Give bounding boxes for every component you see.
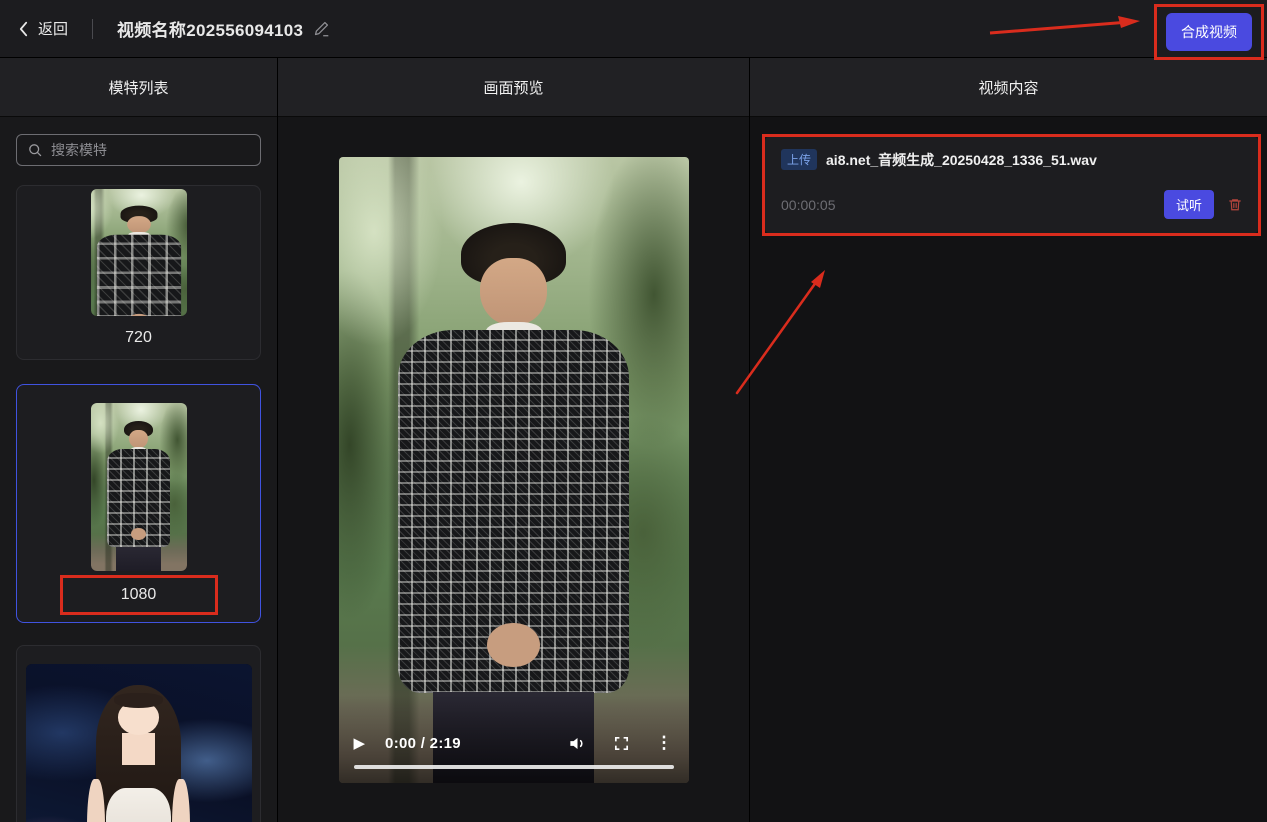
content-panel: 视频内容 上传 ai8.net_音频生成_20250428_1336_51.wa…	[750, 58, 1267, 822]
volume-icon[interactable]	[568, 734, 587, 753]
models-list: 720 1080	[0, 117, 277, 822]
top-bar: 返回 视频名称202556094103 合成视频	[0, 0, 1267, 58]
model-thumbnail	[26, 664, 252, 822]
model-search-box	[16, 134, 261, 166]
video-time: 0:00 / 2:19	[385, 735, 461, 752]
model-card-720[interactable]: 720	[16, 185, 261, 360]
back-chevron-icon	[18, 20, 29, 38]
main-area: 模特列表 720	[0, 58, 1267, 822]
annotation-box-synthesize: 合成视频	[1154, 4, 1264, 60]
topbar-divider	[92, 19, 93, 39]
content-body: 上传 ai8.net_音频生成_20250428_1336_51.wav 00:…	[750, 117, 1267, 822]
model-card-anime[interactable]	[16, 645, 261, 822]
play-icon[interactable]: ▶	[354, 736, 366, 751]
content-panel-header: 视频内容	[750, 58, 1267, 117]
upload-badge: 上传	[781, 149, 817, 170]
video-controls: ▶ 0:00 / 2:19 ⋮	[339, 695, 689, 783]
model-label: 720	[125, 316, 152, 359]
preview-panel-header: 画面预览	[278, 58, 749, 117]
audio-duration: 00:00:05	[781, 197, 836, 213]
edit-title-icon[interactable]	[313, 20, 330, 37]
model-thumbnail	[91, 189, 187, 316]
audio-preview-button[interactable]: 试听	[1164, 190, 1214, 219]
annotation-box-1080: 1080	[60, 575, 218, 615]
audio-filename: ai8.net_音频生成_20250428_1336_51.wav	[826, 150, 1097, 170]
video-frame	[339, 157, 689, 783]
more-options-icon[interactable]: ⋮	[656, 733, 674, 753]
model-search-input[interactable]	[51, 142, 250, 158]
models-panel-header: 模特列表	[0, 58, 277, 117]
annotation-box-audio: 上传 ai8.net_音频生成_20250428_1336_51.wav 00:…	[762, 134, 1261, 236]
preview-body: ▶ 0:00 / 2:19 ⋮	[278, 117, 749, 822]
video-progress-bar[interactable]	[354, 765, 674, 769]
search-icon	[27, 142, 43, 158]
model-card-1080-selected[interactable]: 1080	[16, 384, 261, 623]
back-label: 返回	[38, 18, 68, 39]
model-thumbnail	[91, 403, 187, 571]
video-player[interactable]: ▶ 0:00 / 2:19 ⋮	[339, 157, 689, 783]
audio-item: 上传 ai8.net_音频生成_20250428_1336_51.wav 00:…	[765, 137, 1258, 233]
fullscreen-icon[interactable]	[613, 735, 630, 752]
back-button[interactable]: 返回	[18, 18, 68, 39]
video-title: 视频名称202556094103	[117, 16, 303, 41]
synthesize-video-button[interactable]: 合成视频	[1166, 13, 1252, 51]
preview-panel: 画面预览 ▶ 0:00 / 2:19	[278, 58, 750, 822]
models-panel: 模特列表 720	[0, 58, 278, 822]
model-label: 1080	[121, 586, 157, 604]
delete-icon[interactable]	[1228, 197, 1242, 212]
